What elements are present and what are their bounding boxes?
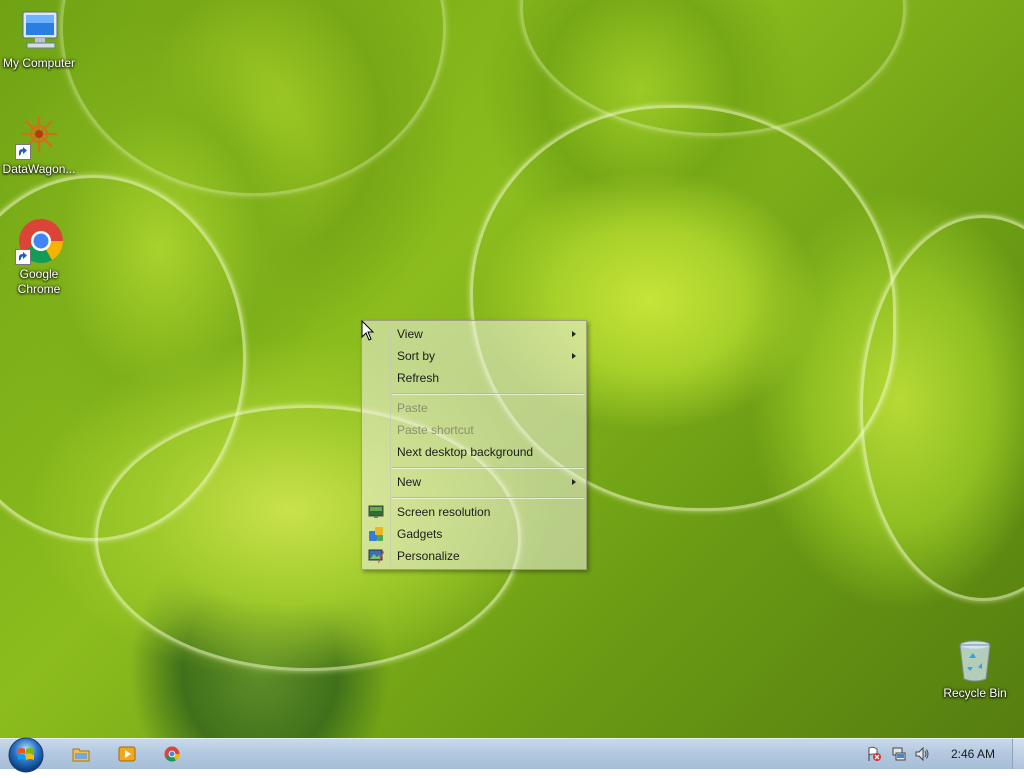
desktop[interactable]: My Computer DataWagon... Google Chrome R… [0, 0, 1024, 738]
menu-separator [392, 497, 584, 499]
menu-item-label: New [397, 475, 422, 489]
taskbar-pinned-file-explorer[interactable] [60, 741, 100, 767]
start-orb-icon [8, 737, 44, 773]
computer-icon [15, 6, 63, 54]
volume-icon[interactable] [914, 746, 930, 762]
menu-item-label: View [397, 327, 423, 341]
taskbar-pinned-chrome[interactable] [152, 741, 192, 767]
chrome-icon [164, 746, 180, 762]
menu-item-next-desktop-background[interactable]: Next desktop background [364, 441, 584, 463]
screen-resolution-icon [368, 504, 384, 520]
desktop-icon-datawagon[interactable]: DataWagon... [0, 112, 78, 177]
menu-item-sort-by[interactable]: Sort by [364, 345, 584, 367]
menu-item-label: Paste shortcut [397, 423, 474, 437]
menu-item-view[interactable]: View [364, 323, 584, 345]
menu-item-paste: Paste [364, 397, 584, 419]
menu-item-paste-shortcut: Paste shortcut [364, 419, 584, 441]
shortcut-arrow-icon [15, 144, 31, 160]
submenu-arrow-icon [572, 479, 576, 485]
submenu-arrow-icon [572, 331, 576, 337]
wallpaper-petal [520, 0, 906, 136]
action-center-flag-icon[interactable] [866, 746, 882, 762]
network-icon[interactable] [891, 746, 907, 762]
media-player-icon [118, 746, 136, 762]
menu-separator [392, 467, 584, 469]
start-button[interactable] [6, 735, 46, 773]
desktop-icon-label: My Computer [2, 56, 76, 70]
menu-separator [392, 393, 584, 395]
wallpaper-petal [60, 0, 446, 196]
desktop-icon-label: Recycle Bin [943, 686, 1007, 700]
menu-item-label: Gadgets [397, 527, 443, 541]
desktop-icon-google-chrome[interactable]: Google Chrome [0, 217, 78, 297]
desktop-icon-label: Google Chrome [17, 267, 61, 296]
show-desktop-button[interactable] [1012, 739, 1024, 769]
datawagon-icon [15, 112, 63, 160]
menu-item-label: Next desktop background [397, 445, 534, 459]
menu-item-label: Sort by [397, 349, 436, 363]
desktop-context-menu: View Sort by Refresh Paste Paste shortcu… [361, 320, 587, 570]
menu-item-label: Refresh [397, 371, 440, 385]
menu-item-screen-resolution[interactable]: Screen resolution [364, 501, 584, 523]
menu-item-new[interactable]: New [364, 471, 584, 493]
submenu-arrow-icon [572, 353, 576, 359]
taskbar-pinned-media-player[interactable] [106, 741, 146, 767]
mouse-cursor-icon [361, 319, 375, 347]
recycle-bin-icon [951, 636, 999, 684]
desktop-icon-label: DataWagon... [2, 162, 76, 176]
menu-item-refresh[interactable]: Refresh [364, 367, 584, 389]
menu-item-label: Personalize [397, 549, 460, 563]
shortcut-arrow-icon [15, 249, 31, 265]
desktop-icon-my-computer[interactable]: My Computer [0, 6, 78, 71]
gadgets-icon [368, 526, 384, 542]
personalize-icon [368, 548, 384, 564]
taskbar: 2:46 AM [0, 737, 1024, 773]
file-explorer-icon [72, 748, 90, 762]
menu-item-label: Paste [397, 401, 428, 415]
menu-item-personalize[interactable]: Personalize [364, 545, 584, 567]
menu-item-label: Screen resolution [397, 505, 491, 519]
chrome-icon [15, 217, 63, 265]
taskbar-clock[interactable]: 2:46 AM [944, 739, 1002, 769]
desktop-icon-recycle-bin[interactable]: Recycle Bin [936, 636, 1014, 701]
menu-item-gadgets[interactable]: Gadgets [364, 523, 584, 545]
